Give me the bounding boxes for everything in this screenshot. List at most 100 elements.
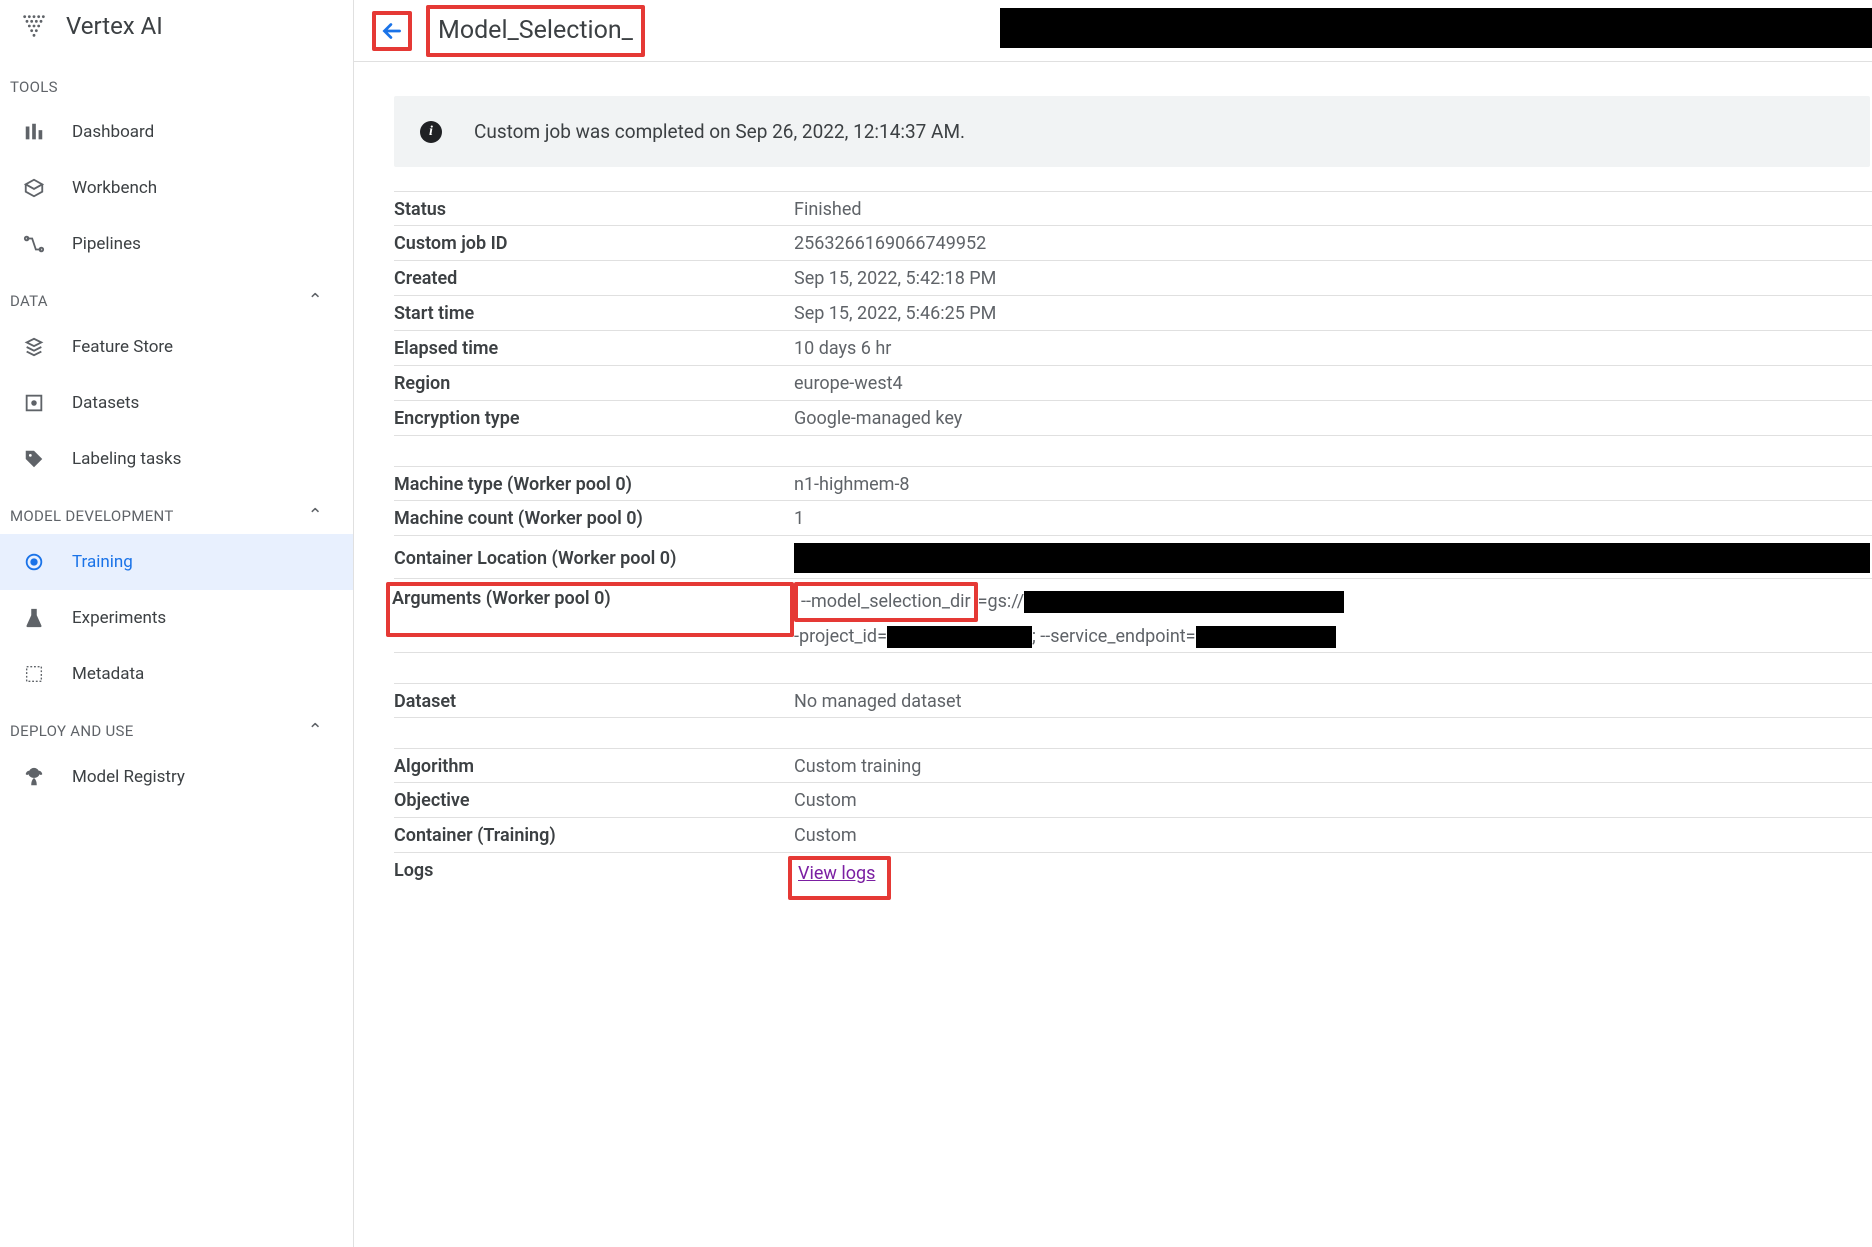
section-deploy[interactable]: DEPLOY AND USE ⌃ — [0, 702, 353, 749]
sidebar-item-label: Experiments — [72, 608, 166, 628]
row-machine-type: Machine type (Worker pool 0) n1-highmem-… — [394, 466, 1872, 501]
section-data[interactable]: DATA ⌃ — [0, 272, 353, 319]
label: Start time — [394, 301, 794, 324]
labeling-icon — [22, 447, 46, 471]
value: 1 — [794, 506, 1872, 529]
workbench-icon — [22, 176, 46, 200]
label: Region — [394, 371, 794, 394]
sidebar-item-workbench[interactable]: Workbench — [0, 160, 353, 216]
redacted-bar — [1024, 591, 1344, 613]
sidebar-item-label: Datasets — [72, 393, 139, 413]
label: Status — [394, 197, 794, 220]
section-label: MODEL DEVELOPMENT — [10, 507, 174, 525]
page-title: Model_Selection_ — [438, 16, 633, 45]
chevron-up-icon: ⌃ — [308, 505, 343, 526]
value: Sep 15, 2022, 5:42:18 PM — [794, 266, 1872, 289]
main: Model_Selection_ i Custom job was comple… — [354, 0, 1872, 1247]
row-region: Region europe-west4 — [394, 366, 1872, 401]
sidebar: Vertex AI TOOLS Dashboard Workbench Pipe… — [0, 0, 354, 1247]
section-model-dev[interactable]: MODEL DEVELOPMENT ⌃ — [0, 487, 353, 534]
brand: Vertex AI — [0, 0, 353, 60]
sidebar-item-label: Pipelines — [72, 234, 141, 254]
sidebar-item-model-registry[interactable]: Model Registry — [0, 749, 353, 805]
metadata-icon — [22, 662, 46, 686]
content: i Custom job was completed on Sep 26, 20… — [354, 62, 1872, 1247]
redacted-title-suffix — [1000, 8, 1872, 48]
value: Custom — [794, 788, 1872, 811]
sidebar-item-dashboard[interactable]: Dashboard — [0, 104, 353, 160]
sidebar-item-metadata[interactable]: Metadata — [0, 646, 353, 702]
pipelines-icon — [22, 232, 46, 256]
sidebar-item-datasets[interactable]: Datasets — [0, 375, 353, 431]
label: Dataset — [394, 689, 794, 712]
row-dataset: Dataset No managed dataset — [394, 683, 1872, 718]
sidebar-item-label: Metadata — [72, 664, 144, 684]
experiments-icon — [22, 606, 46, 630]
section-label: DATA — [10, 292, 48, 310]
row-objective: Objective Custom — [394, 783, 1872, 818]
row-logs: Logs View logs — [394, 853, 1872, 905]
chevron-up-icon: ⌃ — [308, 290, 343, 311]
section-label: DEPLOY AND USE — [10, 722, 134, 740]
value: 10 days 6 hr — [794, 336, 1872, 359]
label: Container Location (Worker pool 0) — [394, 546, 794, 569]
info-icon: i — [420, 121, 442, 143]
arguments-arg1-highlight: --model_selection_dir — [794, 582, 978, 622]
value: No managed dataset — [794, 689, 1872, 712]
brand-title: Vertex AI — [66, 12, 163, 40]
value: Custom — [794, 823, 1872, 846]
banner-text: Custom job was completed on Sep 26, 2022… — [474, 120, 965, 143]
label: Created — [394, 266, 794, 289]
row-machine-count: Machine count (Worker pool 0) 1 — [394, 501, 1872, 536]
label: Container (Training) — [394, 823, 794, 846]
row-encryption: Encryption type Google-managed key — [394, 401, 1872, 436]
status-banner: i Custom job was completed on Sep 26, 20… — [394, 96, 1870, 167]
feature-store-icon — [22, 335, 46, 359]
row-status: Status Finished — [394, 191, 1872, 226]
label: Machine count (Worker pool 0) — [394, 506, 794, 529]
dashboard-icon — [22, 120, 46, 144]
sidebar-item-feature-store[interactable]: Feature Store — [0, 319, 353, 375]
label: Algorithm — [394, 754, 794, 777]
back-button[interactable] — [372, 11, 412, 51]
value — [794, 541, 1872, 573]
sidebar-item-label: Dashboard — [72, 122, 154, 142]
sidebar-item-labeling[interactable]: Labeling tasks — [0, 431, 353, 487]
arrow-left-icon — [379, 18, 405, 44]
chevron-up-icon: ⌃ — [308, 720, 343, 741]
row-arguments: Arguments (Worker pool 0) --model_select… — [394, 579, 1872, 653]
view-logs-link[interactable]: View logs — [798, 863, 875, 884]
row-jobid: Custom job ID 2563266169066749952 — [394, 226, 1872, 261]
value: 2563266169066749952 — [794, 231, 1872, 254]
row-container-location: Container Location (Worker pool 0) — [394, 536, 1872, 579]
label: Elapsed time — [394, 336, 794, 359]
row-container-training: Container (Training) Custom — [394, 818, 1872, 853]
sidebar-item-experiments[interactable]: Experiments — [0, 590, 353, 646]
value: Sep 15, 2022, 5:46:25 PM — [794, 301, 1872, 324]
value: --model_selection_dir=gs:// -project_id=… — [794, 584, 1872, 652]
training-icon — [22, 550, 46, 574]
row-algorithm: Algorithm Custom training — [394, 748, 1872, 783]
sidebar-item-label: Model Registry — [72, 767, 185, 787]
redacted-bar — [794, 543, 1870, 573]
label: Encryption type — [394, 406, 794, 429]
sidebar-item-training[interactable]: Training — [0, 534, 353, 590]
datasets-icon — [22, 391, 46, 415]
sidebar-item-label: Feature Store — [72, 337, 173, 357]
row-start: Start time Sep 15, 2022, 5:46:25 PM — [394, 296, 1872, 331]
sidebar-item-pipelines[interactable]: Pipelines — [0, 216, 353, 272]
label: Machine type (Worker pool 0) — [394, 472, 794, 495]
value: Google-managed key — [794, 406, 1872, 429]
label: Arguments (Worker pool 0) — [394, 584, 794, 637]
vertex-ai-logo-icon — [20, 12, 48, 40]
row-created: Created Sep 15, 2022, 5:42:18 PM — [394, 261, 1872, 296]
redacted-bar — [1196, 626, 1336, 648]
row-elapsed: Elapsed time 10 days 6 hr — [394, 331, 1872, 366]
view-logs-highlight: View logs — [788, 856, 891, 900]
arguments-highlight: Arguments (Worker pool 0) — [386, 582, 794, 637]
sidebar-item-label: Training — [72, 552, 133, 572]
model-registry-icon — [22, 765, 46, 789]
section-label: TOOLS — [10, 78, 58, 96]
label: Logs — [394, 858, 794, 881]
label: Objective — [394, 788, 794, 811]
